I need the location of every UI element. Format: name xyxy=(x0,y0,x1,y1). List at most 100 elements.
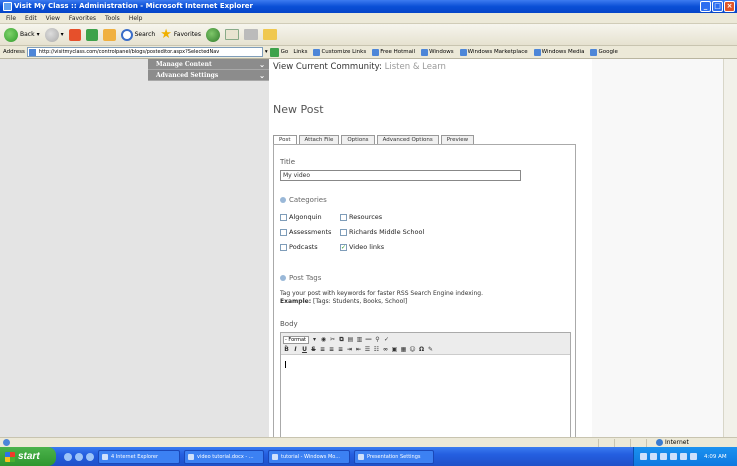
link-marketplace[interactable]: Windows Marketplace xyxy=(459,48,528,56)
quick-launch-icon[interactable] xyxy=(75,452,83,461)
menu-help[interactable]: Help xyxy=(129,13,143,23)
sidebar-item-label: Manage Content xyxy=(156,61,212,68)
quick-launch-icon[interactable] xyxy=(64,452,72,461)
checkbox[interactable] xyxy=(280,243,287,251)
link-google[interactable]: Google xyxy=(590,48,618,56)
taskbar-button-movie-maker[interactable]: tutorial - Windows Mo... xyxy=(268,449,350,464)
category-resources[interactable]: Resources xyxy=(340,213,382,221)
menu-tools[interactable]: Tools xyxy=(105,13,120,23)
folder-icon[interactable] xyxy=(263,29,277,40)
bullet-list-icon[interactable]: ☰ xyxy=(364,346,371,353)
body-editor[interactable]: - Format - ▾ ◉ ✂ ⧉ ▤ ▥ ― ⚲ ✓ B I U S ≡ ≡… xyxy=(280,332,571,438)
go-button[interactable]: Go xyxy=(281,49,289,55)
tray-icon[interactable] xyxy=(650,453,657,460)
outdent-icon[interactable]: ⇤ xyxy=(355,346,362,353)
mail-icon[interactable] xyxy=(225,29,239,40)
history-icon[interactable] xyxy=(206,27,220,42)
taskbar-button-presentation[interactable]: Presentation Settings xyxy=(354,449,434,464)
menu-edit[interactable]: Edit xyxy=(25,13,37,23)
tray-icon[interactable] xyxy=(680,453,687,460)
category-algonquin[interactable]: Algonquin xyxy=(280,213,322,221)
find-icon[interactable]: ⚲ xyxy=(374,336,381,343)
tray-icon[interactable] xyxy=(670,453,677,460)
tab-advanced-options[interactable]: Advanced Options xyxy=(376,135,439,144)
checkbox[interactable] xyxy=(340,228,347,236)
paint-icon[interactable]: ◉ xyxy=(320,336,327,343)
start-button[interactable]: start xyxy=(0,447,56,466)
checkbox[interactable] xyxy=(340,213,347,221)
menu-view[interactable]: View xyxy=(46,13,60,23)
link-windows[interactable]: Windows xyxy=(421,48,454,56)
menu-file[interactable]: File xyxy=(6,13,16,23)
table-icon[interactable]: ▦ xyxy=(400,346,407,353)
title-input[interactable]: My video xyxy=(280,170,521,181)
taskbar-label: Presentation Settings xyxy=(367,453,421,460)
category-podcasts[interactable]: Podcasts xyxy=(280,243,318,251)
maximize-button[interactable]: □ xyxy=(712,1,723,12)
refresh-icon[interactable] xyxy=(85,28,98,41)
paste-word-icon[interactable]: ▥ xyxy=(356,336,363,343)
underline-icon[interactable]: U xyxy=(301,346,308,353)
link-label: Google xyxy=(598,49,618,55)
taskbar-button-word[interactable]: video tutorial.docx - ... xyxy=(184,449,264,464)
link-windows-media[interactable]: Windows Media xyxy=(533,48,584,56)
align-right-icon[interactable]: ≡ xyxy=(337,346,344,353)
link-customize[interactable]: Customize Links xyxy=(313,48,366,56)
image-icon[interactable]: ▣ xyxy=(391,346,398,353)
sidebar-item-manage-content[interactable]: Manage Content ⌄ xyxy=(148,59,269,70)
align-center-icon[interactable]: ≡ xyxy=(328,346,335,353)
tab-attach-file[interactable]: Attach File xyxy=(298,135,340,144)
link-icon[interactable]: ∞ xyxy=(382,346,389,353)
format-select[interactable]: - Format - xyxy=(283,335,309,349)
print-icon[interactable] xyxy=(244,29,258,40)
indent-icon[interactable]: ⇥ xyxy=(346,346,353,353)
category-assessments[interactable]: Assessments xyxy=(280,228,331,236)
spellcheck-icon[interactable]: ✓ xyxy=(383,336,390,343)
italic-icon[interactable]: I xyxy=(292,346,299,353)
category-video-links[interactable]: ✓ Video links xyxy=(340,243,384,251)
close-button[interactable]: × xyxy=(724,1,735,12)
align-left-icon[interactable]: ≡ xyxy=(319,346,326,353)
search-button[interactable]: Search xyxy=(120,28,155,41)
favorites-button[interactable]: ★ Favorites xyxy=(160,28,201,41)
smiley-icon[interactable]: ☺ xyxy=(409,346,416,353)
tray-icon[interactable] xyxy=(690,453,697,460)
back-button[interactable]: Back ▾ xyxy=(4,27,40,42)
link-hotmail[interactable]: Free Hotmail xyxy=(372,48,415,56)
quick-launch-icon[interactable] xyxy=(86,452,94,461)
menu-favorites[interactable]: Favorites xyxy=(69,13,96,23)
tab-post[interactable]: Post xyxy=(273,135,297,144)
minimize-button[interactable]: _ xyxy=(700,1,711,12)
tray-icon[interactable] xyxy=(640,453,647,460)
bold-icon[interactable]: B xyxy=(283,346,290,353)
presentation-icon xyxy=(358,453,364,460)
cut-icon[interactable]: ✂ xyxy=(329,336,336,343)
go-arrow-icon[interactable] xyxy=(269,47,279,57)
link-icon xyxy=(372,48,380,56)
color-icon[interactable]: ✎ xyxy=(427,346,434,353)
tab-preview[interactable]: Preview xyxy=(440,135,475,144)
checkbox[interactable] xyxy=(280,228,287,236)
home-icon[interactable] xyxy=(102,28,116,41)
stop-icon[interactable] xyxy=(68,28,81,41)
taskbar-label: 4 Internet Explorer xyxy=(111,453,159,460)
copy-icon[interactable]: ⧉ xyxy=(338,336,345,343)
special-char-icon[interactable]: Ω xyxy=(418,346,425,353)
strikethrough-icon[interactable]: S xyxy=(310,346,317,353)
address-dropdown-icon[interactable]: ▾ xyxy=(265,49,268,55)
forward-button[interactable]: ▾ xyxy=(44,27,64,42)
taskbar-button-ie[interactable]: 4 Internet Explorer xyxy=(98,449,180,464)
tab-options[interactable]: Options xyxy=(341,135,375,144)
numbered-list-icon[interactable]: ☷ xyxy=(373,346,380,353)
checkbox-checked[interactable]: ✓ xyxy=(340,243,347,251)
category-richards-middle-school[interactable]: Richards Middle School xyxy=(340,228,424,236)
horizontal-rule-icon[interactable]: ― xyxy=(365,336,372,343)
sidebar-item-advanced-settings[interactable]: Advanced Settings ⌄ xyxy=(148,70,269,81)
tray-icon[interactable] xyxy=(660,453,667,460)
checkbox[interactable] xyxy=(280,213,287,221)
format-dropdown-icon[interactable]: ▾ xyxy=(311,336,318,343)
paste-icon[interactable]: ▤ xyxy=(347,336,354,343)
community-name[interactable]: Listen & Learn xyxy=(385,62,446,72)
vertical-scrollbar[interactable] xyxy=(723,59,737,437)
address-input[interactable]: http://visitmyclass.com/controlpanel/blo… xyxy=(26,47,263,57)
